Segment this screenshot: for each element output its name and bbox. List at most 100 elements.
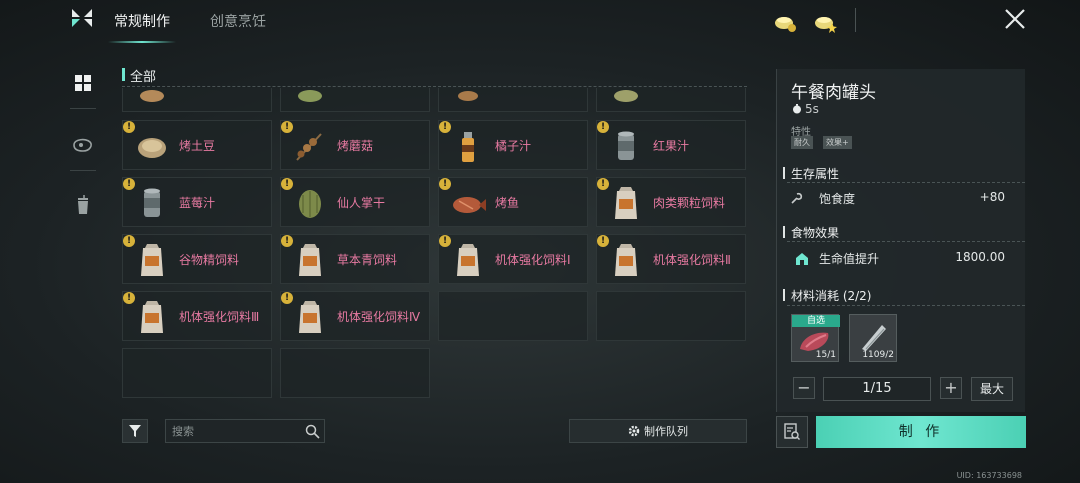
recipe-cell[interactable]: ! 机体强化饲料Ⅳ (280, 291, 430, 341)
grilled-meat-icon (458, 91, 478, 101)
recipe-cell[interactable]: ! 机体强化饲料Ⅱ (596, 234, 746, 284)
grilled-vegetable-icon (298, 90, 322, 102)
feed-bag-icon (299, 244, 321, 276)
unlock-badge-icon: ! (281, 178, 293, 190)
logo-icon (72, 9, 92, 27)
recipe-cell[interactable]: ! 橘子汁 (438, 120, 588, 170)
skewer-icon (296, 133, 322, 161)
recipe-name: 蓝莓汁 (179, 196, 216, 210)
filter-icon (129, 425, 141, 437)
cooking-pot-icon[interactable] (772, 9, 798, 33)
gear-icon (628, 425, 640, 437)
unlock-badge-icon: ! (439, 235, 451, 247)
unlock-badge-icon: ! (123, 235, 135, 247)
recipe-cell[interactable]: ! 烤土豆 (122, 120, 272, 170)
satiety-icon (791, 192, 803, 204)
material-count: 15/1 (815, 350, 836, 360)
category-drink[interactable] (68, 190, 98, 220)
close-icon[interactable] (1003, 7, 1027, 31)
recipe-name: 谷物精饲料 (179, 253, 240, 267)
quantity-increase-button[interactable]: + (940, 377, 962, 399)
unlock-badge-icon: ! (597, 178, 609, 190)
recipe-name: 机体强化饲料Ⅱ (653, 253, 731, 267)
feed-bag-icon (141, 301, 163, 333)
recipe-name: 机体强化饲料Ⅳ (337, 310, 421, 324)
sidebar-divider (70, 170, 96, 171)
feed-bag-icon (141, 244, 163, 276)
trait-tag: 效果+ (823, 136, 852, 149)
recipe-cell[interactable]: ! 烤鱼 (438, 177, 588, 227)
roasted-melon-icon (140, 90, 164, 102)
recipe-cell[interactable]: ! 机体强化饲料Ⅰ (438, 234, 588, 284)
section-divider (787, 182, 1025, 183)
food-effect-title: 食物效果 (791, 226, 840, 240)
health-boost-value: 1800.00 (955, 250, 1005, 264)
clock-icon (793, 104, 801, 114)
tab-creative-cooking[interactable]: 创意烹饪 (210, 11, 266, 31)
feed-bag-icon (457, 244, 479, 276)
materials-title: 材料消耗 (2/2) (791, 289, 872, 303)
satiety-value: +80 (979, 190, 1005, 204)
material-slot-meat[interactable]: 自选 15/1 (791, 314, 840, 362)
material-slot-metal[interactable]: 1109/2 (849, 314, 897, 362)
potato-icon (138, 138, 166, 158)
recipe-cell[interactable]: ! 烤蘑菇 (280, 120, 430, 170)
juice-bottle-icon (462, 132, 474, 162)
recipe-name: 草本青饲料 (337, 253, 398, 267)
empty-recipe-slot (280, 348, 430, 398)
divider (855, 8, 856, 32)
feed-bag-icon (615, 244, 637, 276)
can-icon (144, 188, 160, 217)
unlock-badge-icon: ! (439, 178, 451, 190)
quantity-decrease-button[interactable]: − (793, 377, 815, 399)
crafting-queue-button[interactable]: 制作队列 (569, 419, 747, 443)
material-count: 1109/2 (862, 350, 894, 360)
document-search-icon (784, 423, 800, 440)
category-food[interactable] (68, 130, 98, 160)
tab-regular-crafting[interactable]: 常规制作 (108, 11, 176, 43)
recipe-cell[interactable]: ! 草本青饲料 (280, 234, 430, 284)
recipe-cell[interactable]: ! (280, 88, 430, 112)
roasted-fish-icon (614, 90, 638, 102)
unlock-badge-icon: ! (123, 121, 135, 133)
recipe-name: 烤土豆 (179, 139, 216, 153)
search-icon[interactable] (305, 424, 320, 439)
recipe-book-button[interactable] (776, 416, 808, 448)
feed-bag-icon (615, 187, 637, 219)
health-boost-icon (796, 253, 808, 265)
meat-icon (73, 138, 92, 152)
recipe-cell[interactable]: ! (438, 88, 588, 112)
empty-recipe-slot (122, 348, 272, 398)
unlock-badge-icon: ! (281, 121, 293, 133)
empty-recipe-slot (596, 291, 746, 341)
unlock-badge-icon: ! (123, 178, 135, 190)
quantity-max-button[interactable]: 最大 (971, 377, 1013, 401)
filter-button[interactable] (122, 419, 148, 443)
empty-recipe-slot (438, 291, 588, 341)
auto-select-tag: 自选 (792, 315, 840, 327)
search-input[interactable] (172, 422, 302, 440)
unlock-badge-icon: ! (597, 121, 609, 133)
section-divider (787, 241, 1025, 242)
recipe-cell[interactable]: ! 仙人掌干 (280, 177, 430, 227)
recipe-name: 烤蘑菇 (337, 139, 374, 153)
recipe-cell[interactable]: ! 机体强化饲料Ⅲ (122, 291, 272, 341)
search-box (165, 419, 325, 443)
cactus-icon (299, 190, 321, 218)
metal-sheet-icon (862, 325, 886, 351)
recipe-detail-panel: 午餐肉罐头 5s 特性 耐久 效果+ 生存属性 饱食度 +80 食物效果 生命值… (776, 69, 1025, 412)
category-all[interactable] (68, 68, 98, 98)
make-button[interactable]: 制 作 (816, 416, 1026, 448)
recipe-cell[interactable]: ! 红果汁 (596, 120, 746, 170)
recipe-name: 仙人掌干 (337, 196, 386, 210)
recipe-cell[interactable]: ! 谷物精饲料 (122, 234, 272, 284)
recipe-cell[interactable]: ! 肉类颗粒饲料 (596, 177, 746, 227)
cooking-star-icon[interactable] (812, 9, 838, 33)
trait-tag: 耐久 (791, 136, 813, 149)
recipe-cell[interactable]: ! 蓝莓汁 (122, 177, 272, 227)
unlock-badge-icon: ! (281, 292, 293, 304)
recipe-cell[interactable]: ! (596, 88, 746, 112)
recipe-cell[interactable]: ! (122, 88, 272, 112)
recipe-name: 机体强化饲料Ⅰ (495, 253, 571, 267)
health-boost-label: 生命值提升 (819, 252, 880, 266)
